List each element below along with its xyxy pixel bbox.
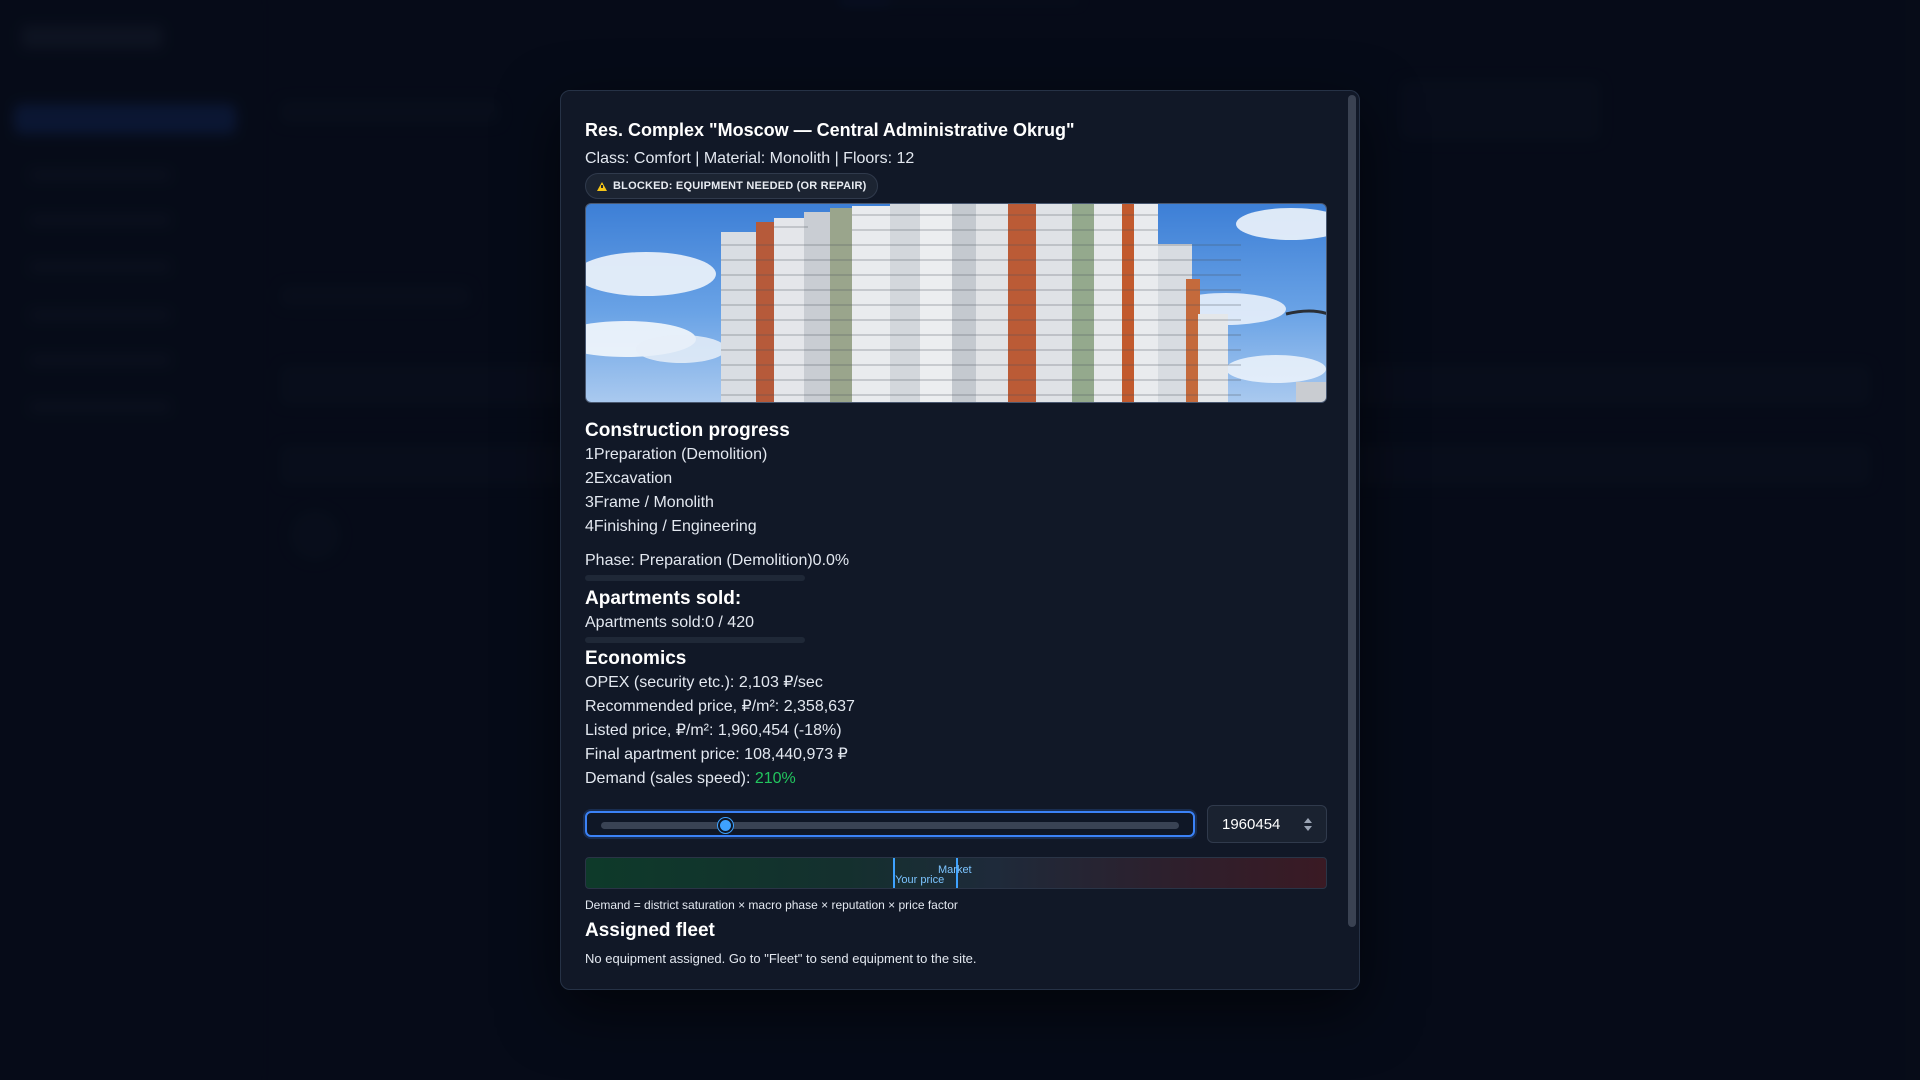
apartments-sold-label: Apartments sold:	[585, 614, 706, 631]
economics-heading: Economics	[585, 648, 687, 669]
stage-item: 4Finishing / Engineering	[585, 518, 757, 535]
recommended-price-line: Recommended price, ₽/m²: 2,358,637	[585, 698, 855, 715]
project-details-modal: Res. Complex "Moscow — Central Administr…	[560, 90, 1360, 990]
project-specs: Class: Comfort | Material: Monolith | Fl…	[585, 150, 915, 167]
apartments-sold-section: Apartments sold: Apartments sold:0 / 420	[585, 587, 1327, 643]
demand-value: 210%	[754, 770, 796, 787]
apartment-towers-image	[585, 203, 1327, 403]
price-input[interactable]: 1960454	[1207, 805, 1327, 843]
market-price-label: Market	[938, 864, 972, 876]
apartments-sold-status: Apartments sold:0 / 420	[585, 611, 1327, 635]
phase-progress-bar	[585, 575, 805, 581]
modal-content: Res. Complex "Moscow — Central Administr…	[585, 119, 1327, 989]
apartments-sold-heading: Apartments sold:	[585, 588, 742, 609]
project-title: Res. Complex "Moscow — Central Administr…	[585, 120, 1075, 140]
economics-section: Economics OPEX (security etc.): 2,103 ₽/…	[585, 647, 1327, 791]
blocked-status-text: BLOCKED: EQUIPMENT NEEDED (OR REPAIR)	[613, 180, 867, 192]
demand-label: Demand (sales speed):	[585, 770, 755, 787]
phase-status: Phase: Preparation (Demolition)0.0%	[585, 549, 1327, 573]
stage-item: 1Preparation (Demolition)	[585, 446, 768, 463]
blocked-status-badge: BLOCKED: EQUIPMENT NEEDED (OR REPAIR)	[585, 173, 879, 199]
phase-label: Phase: Preparation (Demolition)	[585, 552, 813, 569]
listed-price-line: Listed price, ₽/m²: 1,960,454 (-18%)	[585, 722, 842, 739]
price-slider-thumb[interactable]	[718, 818, 734, 833]
modal-scrollbar[interactable]	[1348, 95, 1356, 927]
price-slider-track[interactable]	[601, 822, 1179, 829]
demand-line: Demand (sales speed): 210%	[585, 767, 1327, 791]
phase-percent: 0.0%	[812, 552, 850, 569]
stage-item: 3Frame / Monolith	[585, 494, 714, 511]
opex-line: OPEX (security etc.): 2,103 ₽/sec	[585, 674, 823, 691]
assigned-fleet-heading: Assigned fleet	[585, 920, 715, 941]
chevron-up-icon[interactable]	[1304, 817, 1312, 823]
chevron-down-icon[interactable]	[1304, 825, 1312, 831]
price-demand-scale: Your price Market	[585, 857, 1327, 889]
final-price-line: Final apartment price: 108,440,973 ₽	[585, 746, 848, 763]
stage-item: 2Excavation	[585, 470, 673, 487]
towers-illustration	[586, 204, 1326, 402]
construction-progress-heading: Construction progress	[585, 420, 790, 441]
warning-icon	[597, 181, 607, 191]
construction-progress-section: Construction progress 1Preparation (Demo…	[585, 419, 1327, 581]
apartments-sold-value: 0 / 420	[705, 614, 754, 631]
price-controls: 1960454	[585, 805, 1327, 843]
price-input-value[interactable]: 1960454	[1222, 816, 1280, 833]
price-stepper[interactable]	[1304, 817, 1312, 831]
price-slider[interactable]	[585, 811, 1195, 837]
demand-formula: Demand = district saturation × macro pha…	[585, 898, 958, 912]
assigned-fleet-text: No equipment assigned. Go to "Fleet" to …	[585, 951, 977, 966]
your-price-label: Your price	[895, 874, 945, 886]
sales-progress-bar	[585, 637, 805, 643]
